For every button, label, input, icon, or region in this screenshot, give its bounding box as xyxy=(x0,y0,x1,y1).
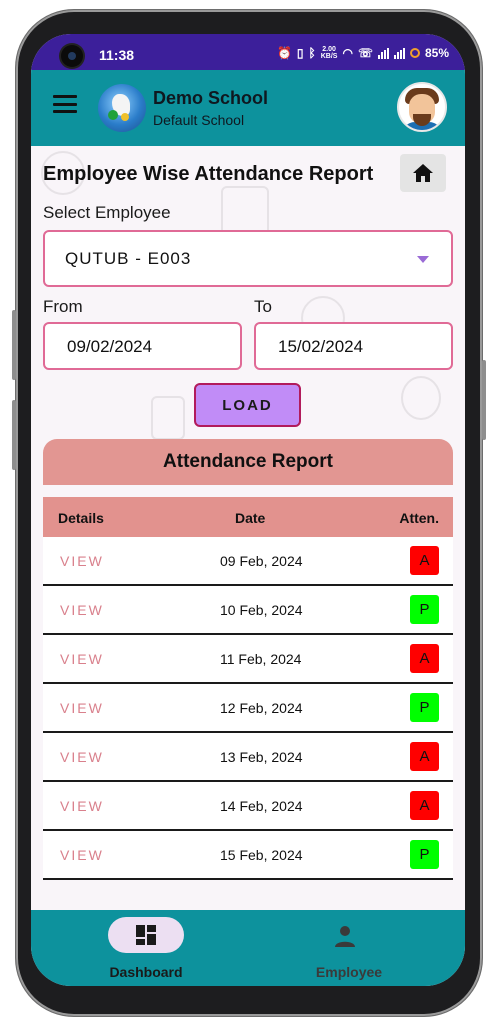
row-date: 10 Feb, 2024 xyxy=(220,602,303,618)
vibrate-icon: ▯ xyxy=(296,46,304,60)
row-date: 13 Feb, 2024 xyxy=(220,749,303,765)
status-icons: ⏰ ▯ ᛒ 2.00 KB/S ◠ ☏ 85% xyxy=(277,46,449,60)
view-link[interactable]: VIEW xyxy=(60,847,104,863)
menu-icon[interactable] xyxy=(53,95,77,113)
volte-icon: ☏ xyxy=(357,46,373,60)
bottom-nav: Dashboard Employee xyxy=(31,910,465,986)
nav-label-employee: Employee xyxy=(315,964,383,980)
to-date-value: 15/02/2024 xyxy=(278,337,364,356)
background-doodle xyxy=(151,396,185,440)
volume-button xyxy=(12,400,16,470)
from-date-value: 09/02/2024 xyxy=(67,337,153,356)
status-time: 11:38 xyxy=(99,47,135,63)
nav-label-dashboard: Dashboard xyxy=(109,964,183,980)
nav-item-dashboard[interactable]: Dashboard xyxy=(46,910,246,986)
report-title: Attendance Report xyxy=(43,439,453,485)
table-row: VIEW 13 Feb, 2024 A xyxy=(43,733,453,782)
person-icon xyxy=(333,924,357,953)
power-button xyxy=(482,360,486,440)
column-header-details: Details xyxy=(58,510,104,526)
attendance-table: VIEW 09 Feb, 2024 A VIEW 10 Feb, 2024 P … xyxy=(43,537,453,880)
school-logo xyxy=(98,84,146,132)
dashboard-icon xyxy=(136,925,156,945)
attendance-badge: A xyxy=(410,546,439,575)
table-row: VIEW 15 Feb, 2024 P xyxy=(43,831,453,880)
view-link[interactable]: VIEW xyxy=(60,553,104,569)
table-row: VIEW 11 Feb, 2024 A xyxy=(43,635,453,684)
battery-icon xyxy=(409,48,420,58)
employee-label: Select Employee xyxy=(43,203,171,222)
view-link[interactable]: VIEW xyxy=(60,602,104,618)
home-icon xyxy=(413,164,433,182)
app-bar: Demo School Default School xyxy=(31,70,465,146)
row-date: 14 Feb, 2024 xyxy=(220,798,303,814)
table-row: VIEW 12 Feb, 2024 P xyxy=(43,684,453,733)
table-row: VIEW 14 Feb, 2024 A xyxy=(43,782,453,831)
table-header: Details Date Atten. xyxy=(43,497,453,537)
home-button[interactable] xyxy=(400,154,446,192)
attendance-badge: A xyxy=(410,742,439,771)
view-link[interactable]: VIEW xyxy=(60,798,104,814)
load-button[interactable]: LOAD xyxy=(194,383,301,427)
chevron-down-icon xyxy=(417,256,429,263)
alarm-icon: ⏰ xyxy=(276,46,292,60)
attendance-badge: P xyxy=(410,693,439,722)
volume-button xyxy=(12,310,16,380)
attendance-badge: P xyxy=(410,840,439,869)
front-camera xyxy=(61,45,83,67)
app-screen: 11:38 ⏰ ▯ ᛒ 2.00 KB/S ◠ ☏ 85% Demo School… xyxy=(31,34,465,986)
view-link[interactable]: VIEW xyxy=(60,651,104,667)
nav-active-indicator xyxy=(108,917,184,953)
from-date-field[interactable]: 09/02/2024 xyxy=(43,322,242,370)
view-link[interactable]: VIEW xyxy=(60,700,104,716)
school-name: Demo School xyxy=(153,88,269,108)
wifi-icon: ◠ xyxy=(342,46,353,60)
row-date: 11 Feb, 2024 xyxy=(220,651,302,667)
background-doodle xyxy=(401,376,441,420)
page-title: Employee Wise Attendance Report xyxy=(43,163,374,185)
attendance-badge: P xyxy=(410,595,439,624)
table-row: VIEW 09 Feb, 2024 A xyxy=(43,537,453,586)
battery-level: 85% xyxy=(424,46,449,60)
signal-icon xyxy=(377,47,389,59)
column-header-date: Date xyxy=(235,510,266,526)
status-bar: 11:38 ⏰ ▯ ᛒ 2.00 KB/S ◠ ☏ 85% xyxy=(31,34,465,70)
nav-item-employee[interactable]: Employee xyxy=(249,910,449,986)
avatar[interactable] xyxy=(397,82,447,132)
main-content: Employee Wise Attendance Report Select E… xyxy=(31,146,465,910)
attendance-badge: A xyxy=(410,791,439,820)
from-label: From xyxy=(43,297,83,316)
attendance-badge: A xyxy=(410,644,439,673)
row-date: 15 Feb, 2024 xyxy=(220,847,303,863)
employee-select-value: QUTUB - E003 xyxy=(65,249,192,268)
column-header-attendance: Atten. xyxy=(399,510,439,526)
school-subtitle: Default School xyxy=(153,112,245,128)
row-date: 09 Feb, 2024 xyxy=(220,553,303,569)
network-speed: 2.00 KB/S xyxy=(320,46,338,60)
bluetooth-icon: ᛒ xyxy=(308,46,316,60)
to-label: To xyxy=(254,297,272,316)
to-date-field[interactable]: 15/02/2024 xyxy=(254,322,453,370)
view-link[interactable]: VIEW xyxy=(60,749,104,765)
employee-select[interactable]: QUTUB - E003 xyxy=(43,230,453,287)
row-date: 12 Feb, 2024 xyxy=(220,700,303,716)
signal-icon xyxy=(393,47,405,59)
table-row: VIEW 10 Feb, 2024 P xyxy=(43,586,453,635)
